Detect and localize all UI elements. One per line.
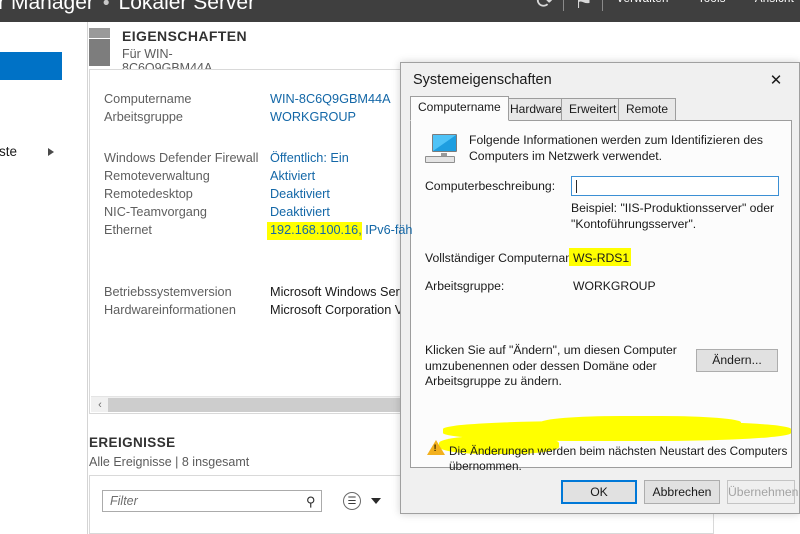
tab-remote[interactable]: Remote xyxy=(618,98,677,121)
dialog-body: Computername Hardware Erweitert Remote F… xyxy=(410,96,792,473)
computer-icon xyxy=(425,134,461,164)
menu-item-tools[interactable]: Tools xyxy=(698,0,726,5)
breadcrumb: ver Manager • Lokaler Server xyxy=(0,0,255,15)
prop-value-firewall[interactable]: Öffentlich: Ein xyxy=(270,151,349,165)
properties-title: EIGENSCHAFTEN xyxy=(122,28,247,44)
filter-placeholder: Filter xyxy=(110,494,138,508)
value-arbeitsgruppe: WORKGROUP xyxy=(573,279,656,293)
ok-button[interactable]: OK xyxy=(561,480,637,504)
system-properties-dialog: Systemeigenschaften ✕ Computername Hardw… xyxy=(400,62,800,514)
menu-item-verwalten[interactable]: Verwalten xyxy=(616,0,668,5)
tab-erweitert[interactable]: Erweitert xyxy=(561,98,625,121)
server-manager-window: ver Manager•Lokaler Server ⟳⚑ Verwalten … xyxy=(0,0,800,534)
cancel-button[interactable]: Abbrechen xyxy=(644,480,720,504)
breadcrumb-current: Lokaler Server xyxy=(118,0,256,14)
sidebar-item-dienste[interactable]: enste xyxy=(0,144,72,159)
sidebar: enste xyxy=(0,22,88,534)
prop-label-arbeitsgruppe: Arbeitsgruppe xyxy=(104,110,183,124)
restart-notice: Die Änderungen werden beim nächsten Neus… xyxy=(421,416,791,473)
change-hint-text: Klicken Sie auf "Ändern", um diesen Comp… xyxy=(425,343,677,388)
sidebar-item-selected[interactable] xyxy=(0,52,62,80)
prop-value-computername[interactable]: WIN-8C6Q9GBM44A xyxy=(270,92,391,106)
dialog-title: Systemeigenschaften xyxy=(413,72,552,88)
prop-label-remotedesktop: Remotedesktop xyxy=(104,187,193,201)
prop-label-nic-teaming: NIC-Teamvorgang xyxy=(104,205,207,219)
apply-button: Übernehmen xyxy=(727,480,798,504)
tab-hardware[interactable]: Hardware xyxy=(502,98,571,121)
menu-item-ansicht[interactable]: Ansicht xyxy=(755,0,794,5)
prop-label-remoteverwaltung: Remoteverwaltung xyxy=(104,169,210,183)
menu-bar: Verwalten Tools Ansicht xyxy=(590,0,794,5)
prop-label-os-version: Betriebssystemversion xyxy=(104,285,232,299)
tab-pane-computername: Folgende Informationen werden zum Identi… xyxy=(410,120,792,473)
marker-highlight-notice-top xyxy=(541,416,741,432)
filter-input[interactable]: Filter ⚲ xyxy=(102,490,322,512)
label-computerbeschreibung: Computerbeschreibung: xyxy=(425,179,556,193)
change-button[interactable]: Ändern... xyxy=(696,349,778,372)
scroll-left-icon[interactable]: ‹ xyxy=(93,398,107,412)
title-bar: ver Manager•Lokaler Server ⟳⚑ Verwalten … xyxy=(0,0,800,22)
search-icon[interactable]: ⚲ xyxy=(306,494,316,510)
value-vollstaendiger-computername: WS-RDS1 xyxy=(573,251,630,265)
dialog-button-row: OK Abbrechen Übernehmen xyxy=(401,473,800,515)
dialog-intro-text: Folgende Informationen werden zum Identi… xyxy=(469,133,764,163)
prop-value-ethernet[interactable]: 192.168.100.16, IPv6-fäh xyxy=(270,223,800,237)
prop-value-remotedesktop[interactable]: Deaktiviert xyxy=(270,187,330,201)
prop-value-hardware-info: Microsoft Corporation V xyxy=(270,303,404,317)
restart-notice-text: Die Änderungen werden beim nächsten Neus… xyxy=(449,444,788,473)
text-caret xyxy=(576,180,577,193)
divider xyxy=(563,0,565,11)
prop-value-nic-teaming[interactable]: Deaktiviert xyxy=(270,205,330,219)
chevron-down-icon[interactable] xyxy=(371,498,381,504)
label-arbeitsgruppe: Arbeitsgruppe: xyxy=(425,279,505,293)
chevron-right-icon[interactable] xyxy=(48,148,54,156)
breadcrumb-root[interactable]: ver Manager xyxy=(0,0,94,14)
warning-icon xyxy=(427,440,445,455)
prop-label-hardware-info: Hardwareinformationen xyxy=(104,303,236,317)
prop-label-firewall: Windows Defender Firewall xyxy=(104,151,259,165)
prop-value-remoteverwaltung[interactable]: Aktiviert xyxy=(270,169,315,183)
prop-label-computername: Computername xyxy=(104,92,192,106)
computer-description-input[interactable] xyxy=(571,176,779,196)
events-title: EREIGNISSE xyxy=(89,435,176,450)
label-vollstaendiger-computername: Vollständiger Computername: xyxy=(425,251,586,265)
breadcrumb-separator: • xyxy=(102,0,110,14)
tab-computername[interactable]: Computername xyxy=(410,96,509,121)
refresh-icon[interactable]: ⟳ xyxy=(536,0,554,13)
prop-label-ethernet: Ethernet xyxy=(104,223,152,237)
prop-value-arbeitsgruppe[interactable]: WORKGROUP xyxy=(270,110,356,124)
prop-value-os-version: Microsoft Windows Serv xyxy=(270,285,407,299)
server-icon xyxy=(89,28,110,66)
list-view-icon[interactable]: ☰ xyxy=(343,492,361,510)
close-icon[interactable]: ✕ xyxy=(761,69,791,93)
events-subtitle: Alle Ereignisse | 8 insgesamt xyxy=(89,455,250,469)
